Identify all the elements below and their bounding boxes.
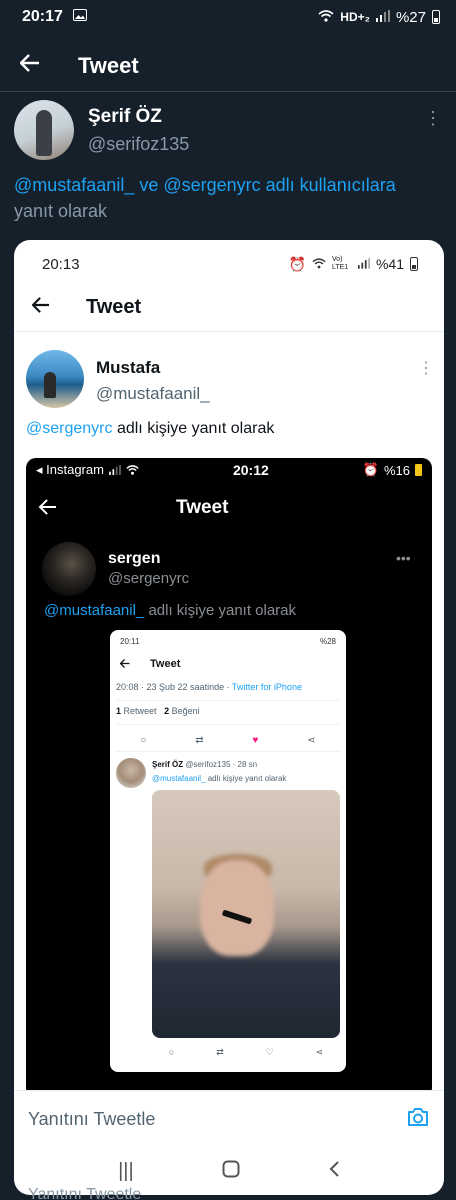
reply-icon: ○ [140, 735, 147, 746]
reply-context: @mustafaanil_ ve @sergenyrc adlı kullanı… [14, 172, 444, 224]
wifi-icon [312, 256, 326, 272]
avatar [116, 758, 146, 788]
page-title: Tweet [176, 497, 229, 518]
page-title: Tweet [86, 296, 142, 318]
tweet-photo [152, 790, 340, 1038]
status-time: 20:11 [120, 636, 140, 646]
author-handle: @mustafaanil_ [96, 384, 210, 403]
battery-icon [410, 257, 418, 271]
wifi-icon [318, 9, 334, 26]
reply-compose-bar[interactable]: Yanıtını Tweetle [14, 1090, 444, 1148]
battery-level: %16 [383, 462, 410, 478]
top-bar: Tweet [14, 284, 444, 332]
tweet-source: Twitter for iPhone [231, 682, 302, 692]
alarm-icon: ⏰ [362, 462, 379, 477]
recent-apps-icon[interactable]: ||| [118, 1160, 134, 1183]
back-icon[interactable] [328, 1160, 340, 1184]
top-bar: Tweet [26, 488, 432, 528]
network-type: Vo) LTE1 [331, 256, 349, 271]
status-time: 20:12 [232, 462, 269, 478]
page-title: Tweet [150, 658, 181, 670]
tweet-image: ◂ Instagram 20:12 ⏰ %16 Tweet sergen @se… [26, 458, 432, 1098]
top-bar: Tweet [0, 40, 456, 92]
more-options-icon[interactable]: ⋮ [424, 108, 442, 129]
status-time: 20:13 [42, 255, 80, 273]
reply-mention: @mustafaanil_ [44, 602, 145, 619]
author-handle[interactable]: @serifoz135 [88, 134, 189, 155]
reply-context: @mustafaanil_ adlı kişiye yanıt olarak [152, 774, 286, 783]
page-title: Tweet [78, 52, 139, 78]
back-arrow-icon [119, 655, 130, 673]
like-count: 2 [164, 706, 170, 716]
back-arrow-icon [31, 297, 50, 318]
status-bar: 20:17 HD+₂ %27 [0, 0, 456, 34]
status-bar: 20:11 %28 [110, 634, 346, 648]
avatar [42, 542, 96, 596]
like-icon: ♡ [265, 1046, 274, 1057]
reply-mention: @sergenyrc [26, 420, 113, 437]
status-bar: ◂ Instagram 20:12 ⏰ %16 [26, 460, 432, 480]
avatar[interactable] [14, 100, 74, 160]
reply-context: @sergenyrc adlı kişiye yanıt olarak [26, 420, 274, 438]
battery-level: %28 [319, 636, 336, 646]
battery-level: %41 [375, 256, 404, 272]
tweet-image[interactable]: 20:13 ⏰ Vo) LTE1 %41 Tweet Mustafa @must… [14, 240, 444, 1195]
camera-icon[interactable] [406, 1106, 430, 1133]
reply-suffix: adlı kişiye yanıt olarak [116, 420, 275, 437]
image-icon [72, 8, 87, 26]
wifi-icon [126, 463, 139, 478]
top-bar: Tweet [110, 652, 346, 676]
network-type: HD+₂ [340, 10, 370, 24]
reply-author: Şerif ÖZ @serifoz135 · 28 sn [152, 760, 257, 769]
author-name: sergen [108, 550, 161, 567]
tweet-stats: 1 Retweet 2 Beğeni [116, 706, 340, 725]
more-options-icon: ••• [396, 550, 411, 566]
tweet-image: 20:11 %28 Tweet 20:08 · 23 Şub 22 saatin… [110, 630, 346, 1072]
retweet-count: 1 [116, 706, 122, 716]
signal-icon [375, 9, 390, 26]
back-arrow-icon[interactable] [19, 54, 40, 77]
tweet-actions: ○ ⇄ ♡ ⋖ [148, 1042, 344, 1062]
reply-icon: ○ [168, 1047, 175, 1057]
signal-icon [357, 256, 370, 272]
status-time: 20:17 [22, 8, 63, 25]
more-options-icon: ⋮ [418, 360, 434, 377]
peek-text: Yanıtını Tweetle [28, 1186, 142, 1200]
retweet-label: Retweet [123, 706, 157, 716]
like-icon: ♥ [252, 735, 259, 746]
author-handle: @sergenyrc [108, 570, 190, 587]
retweet-icon: ⇄ [216, 1046, 224, 1057]
home-icon[interactable] [222, 1160, 240, 1184]
reply-suffix: adlı kişiye yanıt olarak [207, 774, 287, 783]
battery-icon [414, 464, 422, 476]
alarm-icon: ⏰ [288, 255, 306, 272]
back-arrow-icon [38, 495, 58, 521]
battery-level: %27 [395, 8, 426, 26]
author-handle-time: @serifoz135 · 28 sn [185, 760, 258, 769]
reply-suffix: adlı kişiye yanıt olarak [148, 602, 297, 619]
retweet-icon: ⇄ [195, 735, 204, 746]
author-name: Şerif ÖZ [152, 760, 184, 769]
tweet-actions: ○ ⇄ ♥ ⋖ [116, 730, 340, 752]
avatar [26, 350, 84, 408]
back-to-app: ◂ Instagram [36, 462, 104, 477]
reply-mentions[interactable]: @mustafaanil_ ve @sergenyrc adlı kullanı… [14, 175, 396, 195]
reply-mention: @mustafaanil_ [152, 774, 206, 783]
share-icon: ⋖ [315, 1046, 324, 1057]
reply-suffix: yanıt olarak [14, 201, 108, 221]
reply-input[interactable]: Yanıtını Tweetle [28, 1109, 155, 1130]
share-icon: ⋖ [307, 735, 316, 746]
reply-context: @mustafaanil_ adlı kişiye yanıt olarak [44, 602, 296, 619]
tweet-meta: 20:08 · 23 Şub 22 saatinde · Twitter for… [116, 682, 340, 701]
battery-icon [432, 10, 440, 24]
status-bar: 20:13 ⏰ Vo) LTE1 %41 [14, 252, 444, 276]
like-label: Beğeni [171, 706, 200, 716]
signal-icon [109, 463, 121, 478]
tweet-timestamp: 20:08 · 23 Şub 22 saatinde · [116, 682, 232, 692]
author-name[interactable]: Şerif ÖZ [88, 106, 162, 128]
author-name: Mustafa [96, 358, 161, 377]
